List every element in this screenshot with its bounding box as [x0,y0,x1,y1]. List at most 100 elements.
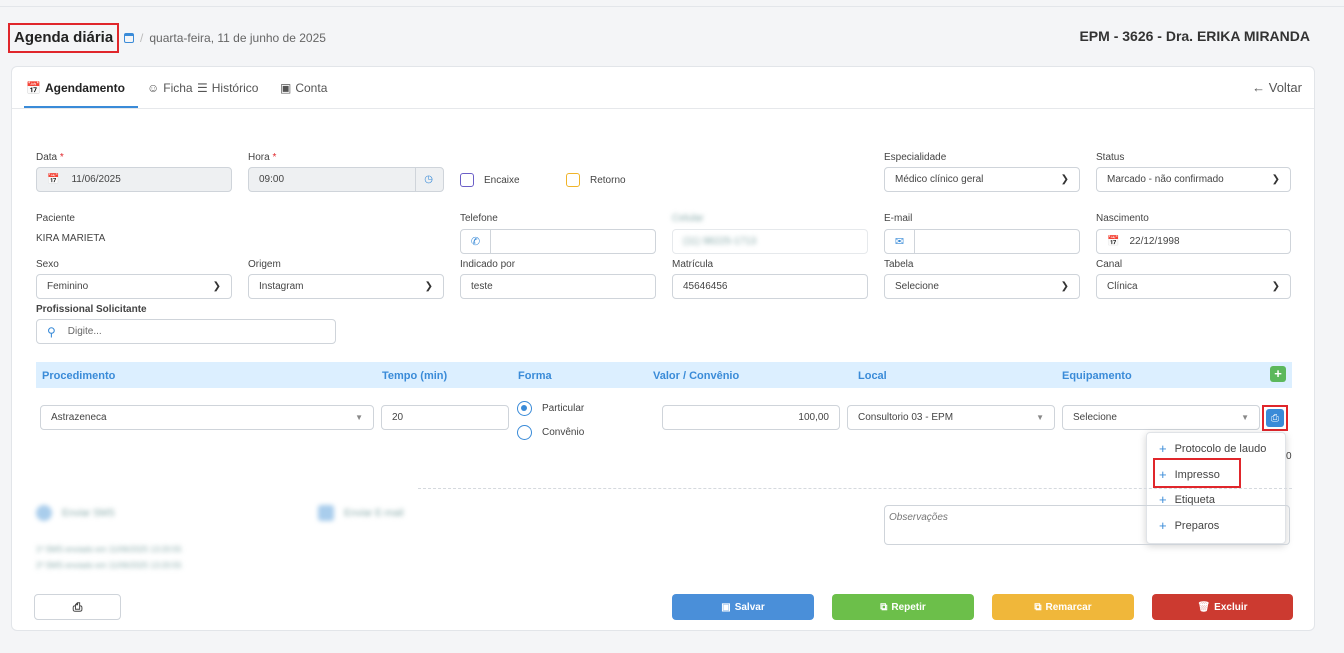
tab-label: Conta [295,81,328,95]
canal-label: Canal [1096,259,1123,270]
tab-historico[interactable]: ☰ Histórico [197,81,258,95]
user-icon: ☺ [147,81,160,95]
tempo-input[interactable]: 20 [381,405,509,430]
send-sms-toggle[interactable]: Enviar SMS [36,505,115,521]
save-icon: ▣ [721,601,731,613]
col-tempo: Tempo (min) [382,370,448,382]
sms-icon [36,505,52,521]
copy-icon: ⧉ [880,601,888,613]
origem-select[interactable]: Instagram ❯ [248,274,444,299]
calendar-icon: 📅 [26,81,41,95]
caret-down-icon: ▼ [1241,413,1249,422]
envelope-icon: ✉ [885,230,915,253]
col-local: Local [858,370,887,382]
active-tab-indicator [24,106,138,108]
encaixe-checkbox[interactable]: Encaixe [460,173,520,187]
time-input[interactable]: 09:00 ◷ [248,167,444,192]
page-title: Agenda diária [8,23,120,53]
radio-button[interactable] [517,401,532,416]
radio-particular[interactable]: Particular [517,401,584,416]
printer-icon: ⎙ [1266,409,1284,427]
send-email-toggle[interactable]: Enviar E-mail [318,505,403,521]
tab-label: Agendamento [44,81,125,95]
partial-total: 0 [1286,451,1292,462]
tab-label: Histórico [211,81,259,95]
col-equipamento: Equipamento [1062,370,1132,382]
back-link[interactable]: ← Voltar [1252,80,1302,95]
repeat-button[interactable]: ⧉ Repetir [832,594,974,620]
observacoes-textarea[interactable]: Observações [884,505,1290,545]
profissional-label: Profissional Solicitante [36,304,147,315]
paciente-value: KIRA MARIETA [36,233,106,244]
clock-icon[interactable]: ◷ [415,168,433,191]
calendar-icon: 📅 [47,174,60,185]
add-procedure-button[interactable]: + [1270,366,1286,382]
procedures-header: Procedimento Tempo (min) Forma Valor / C… [36,362,1292,388]
tab-conta[interactable]: ▣ Conta [280,81,327,95]
indicado-input[interactable]: teste [460,274,656,299]
local-select[interactable]: Consultorio 03 - EPM ▼ [847,405,1055,430]
sexo-select[interactable]: Feminino ❯ [36,274,232,299]
date-input[interactable]: 📅 11/06/2025 [36,167,232,192]
breadcrumb-separator: / [140,31,144,45]
calendar-icon: 📅 [1107,236,1120,247]
menu-item-protocolo[interactable]: + Protocolo de laudo [1159,441,1266,456]
tab-agendamento[interactable]: 📅 Agendamento [26,81,125,95]
caret-down-icon: ▼ [1036,413,1044,422]
sms-log-2: 2º SMS enviado em 11/06/2025 13:20:55 [36,561,182,570]
col-forma: Forma [518,370,552,382]
top-divider [0,6,1344,7]
equipamento-select[interactable]: Selecione ▼ [1062,405,1260,430]
tabela-select[interactable]: Selecione ❯ [884,274,1080,299]
chevron-down-icon: ❯ [1271,281,1280,292]
list-icon: ☰ [197,81,208,95]
telefone-input[interactable]: ✆ [460,229,656,254]
status-select[interactable]: Marcado - não confirmado ❯ [1096,167,1291,192]
checkbox-box[interactable] [566,173,580,187]
tab-ficha[interactable]: ☺ Ficha [147,81,193,95]
origem-label: Origem [248,259,281,270]
menu-item-impresso[interactable]: + Impresso [1159,467,1220,482]
nascimento-input[interactable]: 📅 22/12/1998 [1096,229,1291,254]
retorno-checkbox[interactable]: Retorno [566,173,626,187]
radio-convenio[interactable]: Convênio [517,425,584,440]
radio-button[interactable] [517,425,532,440]
appointment-card: 📅 Agendamento ☺ Ficha ☰ Histórico ▣ Cont… [11,66,1315,631]
valor-input[interactable]: 100,00 [662,405,840,430]
save-button[interactable]: ▣ Salvar [672,594,814,620]
delete-button[interactable]: 🗑 Excluir [1152,594,1293,620]
caret-down-icon: ▼ [355,413,363,422]
print-button[interactable]: ⎙ [1262,405,1288,431]
checkbox-box[interactable] [460,173,474,187]
phone-icon: ✆ [461,230,491,253]
procedimento-select[interactable]: Astrazeneca ▼ [40,405,374,430]
chevron-down-icon: ❯ [212,281,221,292]
hora-label: Hora * [248,152,277,163]
print-small-button[interactable]: ⎙ [34,594,121,620]
email-input[interactable]: ✉ [884,229,1080,254]
plus-icon: + [1159,441,1167,456]
status-label: Status [1096,152,1125,163]
especialidade-label: Especialidade [884,152,947,163]
matricula-input[interactable]: 45646456 [672,274,868,299]
matricula-label: Matrícula [672,259,714,270]
reschedule-button[interactable]: ⧉ Remarcar [992,594,1134,620]
chevron-down-icon: ❯ [1060,174,1069,185]
telefone-label: Telefone [460,213,498,224]
chevron-down-icon: ❯ [1060,281,1069,292]
trash-icon: 🗑 [1197,601,1211,613]
plus-icon: + [1159,467,1167,482]
breadcrumb: / quarta-feira, 11 de junho de 2025 [124,31,326,45]
celular-label: Celular [672,213,704,224]
email-icon [318,505,334,521]
tabela-label: Tabela [884,259,914,270]
especialidade-select[interactable]: Médico clínico geral ❯ [884,167,1080,192]
celular-input[interactable]: (11) 98225-1713 [672,229,868,254]
calendar-icon [124,33,134,43]
profissional-search-input[interactable]: ⚲ Digite... [36,319,336,344]
section-divider [418,488,1292,489]
chevron-down-icon: ❯ [1271,174,1280,185]
breadcrumb-date: quarta-feira, 11 de junho de 2025 [149,31,326,45]
chevron-down-icon: ❯ [424,281,433,292]
canal-select[interactable]: Clínica ❯ [1096,274,1291,299]
